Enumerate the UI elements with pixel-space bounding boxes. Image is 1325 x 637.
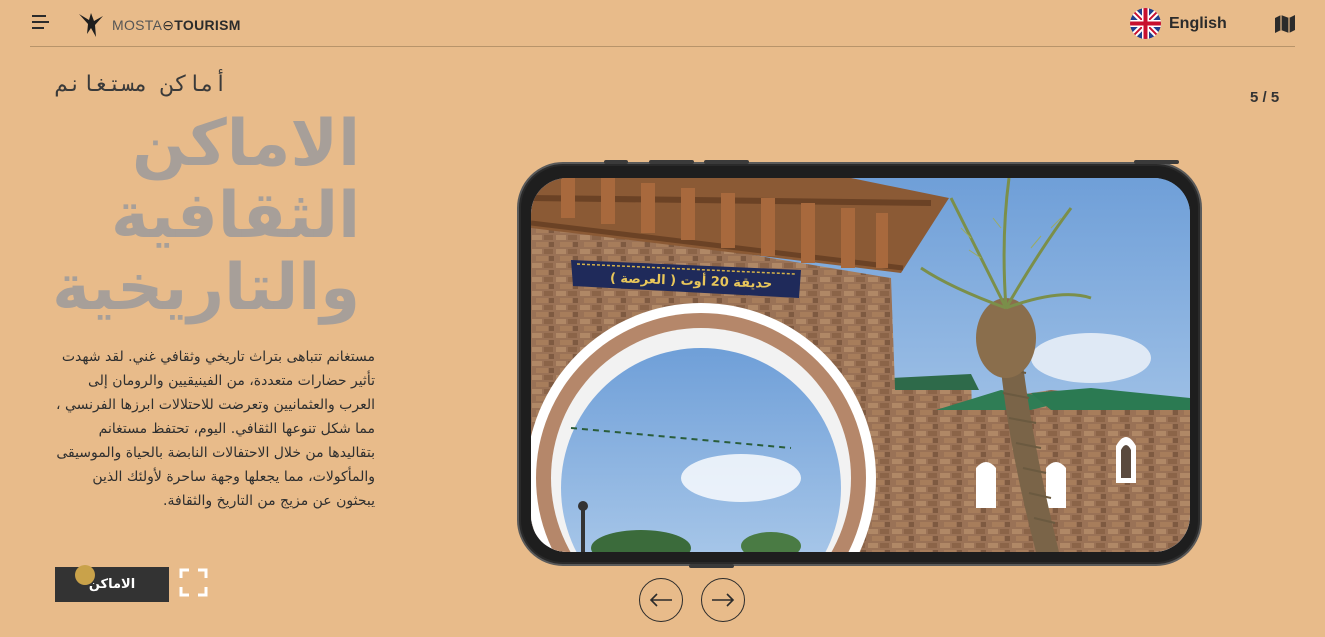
section-subtitle: أماكن مستغانم — [55, 72, 228, 97]
slide-image: حديقة 20 أوت ( العرصة ) — [531, 178, 1190, 552]
places-button[interactable]: الاماكن — [55, 565, 169, 602]
logo-text: MOSTA⊖TOURISM — [112, 16, 241, 33]
places-button-label: الاماكن — [88, 577, 136, 592]
phone-side-button — [1134, 160, 1179, 164]
fullscreen-icon[interactable] — [179, 568, 208, 597]
language-label: English — [1169, 14, 1227, 32]
title-line: والتاريخية — [52, 251, 360, 325]
uk-flag-icon — [1130, 8, 1161, 39]
title-line: الاماكن — [131, 107, 360, 181]
logo-bird-icon — [79, 13, 103, 37]
phone-side-button — [604, 160, 628, 164]
next-slide-button[interactable] — [701, 578, 745, 622]
phone-side-button — [689, 564, 734, 568]
arrow-left-icon — [649, 593, 672, 607]
slide-counter: 5 / 5 — [1250, 89, 1280, 106]
map-icon[interactable] — [1274, 14, 1296, 34]
phone-side-button — [704, 160, 749, 164]
phone-mockup: حديقة 20 أوت ( العرصة ) — [517, 160, 1202, 568]
park-gate-photo: حديقة 20 أوت ( العرصة ) — [531, 178, 1190, 552]
top-navbar: MOSTA⊖TOURISM English — [30, 0, 1295, 47]
page-title: الاماكن الثقافية والتاريخية — [50, 108, 360, 324]
prev-slide-button[interactable] — [639, 578, 683, 622]
title-line: الثقافية — [110, 179, 360, 253]
language-switcher[interactable]: English — [1130, 8, 1227, 39]
arrow-right-icon — [712, 593, 735, 607]
menu-icon[interactable] — [32, 14, 52, 30]
description-paragraph: مستغانم تتباهى بتراث تاريخي وثقافي غني. … — [55, 349, 375, 509]
phone-side-button — [649, 160, 694, 164]
site-logo[interactable]: MOSTA⊖TOURISM — [76, 10, 241, 40]
